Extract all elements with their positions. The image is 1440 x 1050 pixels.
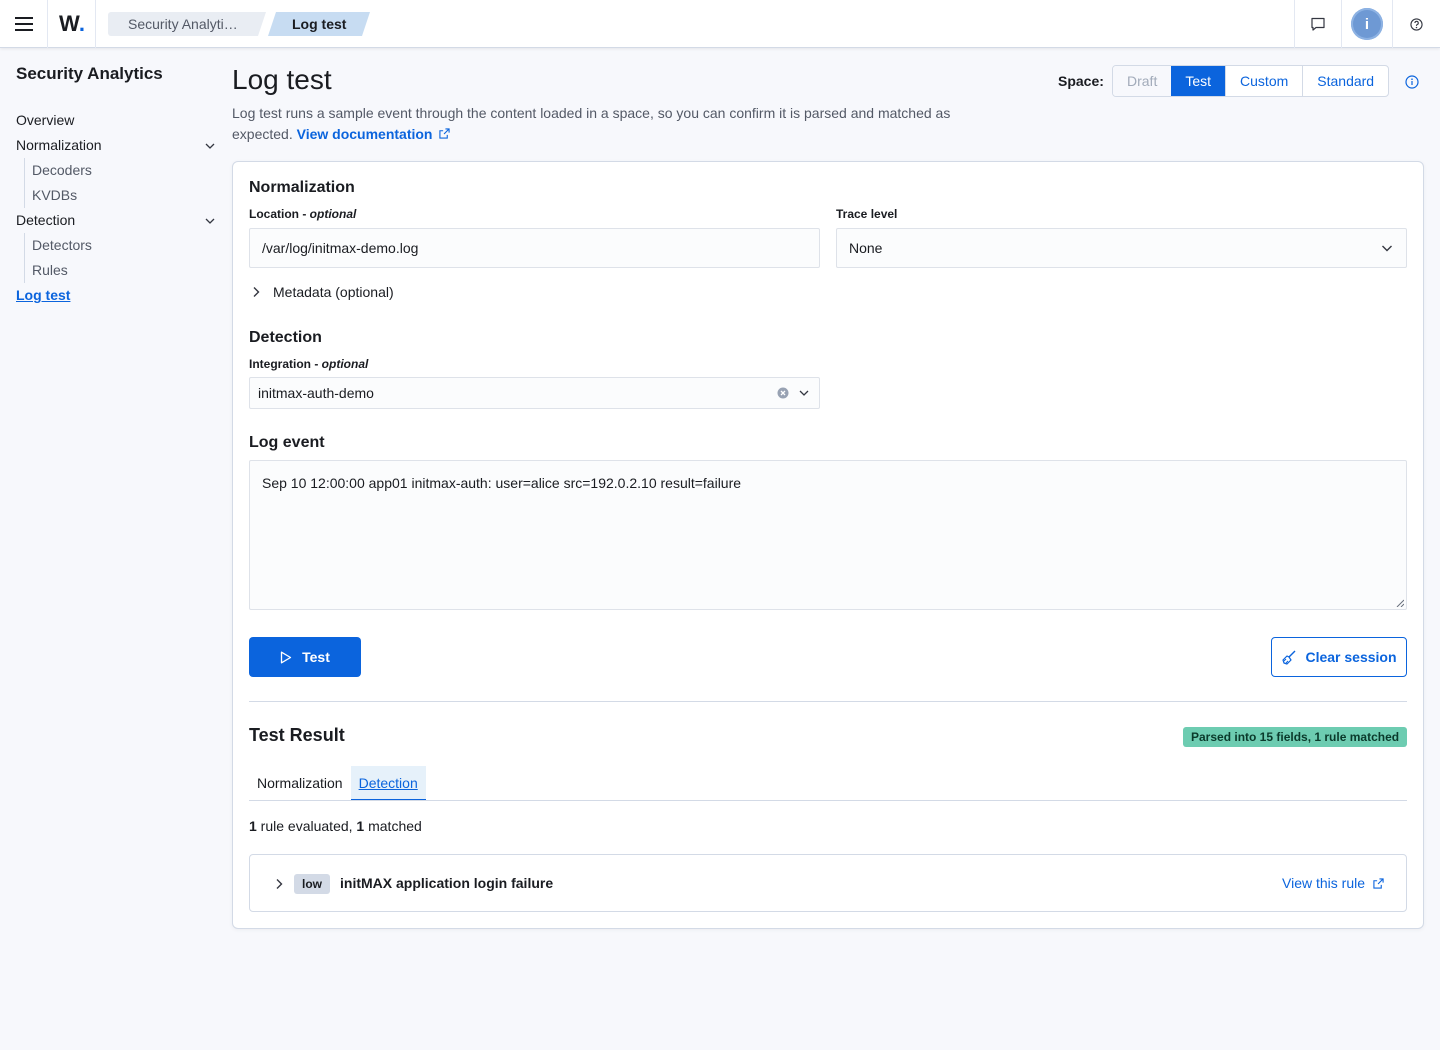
location-value: /var/log/initmax-demo.log bbox=[262, 240, 419, 256]
log-event-value: Sep 10 12:00:00 app01 initmax-auth: user… bbox=[262, 475, 742, 491]
chevron-right-icon[interactable] bbox=[272, 877, 286, 891]
external-link-icon bbox=[439, 128, 451, 139]
sidebar-item-detection[interactable]: Detection bbox=[16, 212, 75, 228]
help-icon bbox=[1409, 17, 1423, 31]
space-label: Space: bbox=[1058, 73, 1104, 89]
integration-label: Integration - optional bbox=[249, 357, 368, 371]
result-status-badge: Parsed into 15 fields, 1 rule matched bbox=[1183, 727, 1408, 747]
external-link-icon bbox=[1373, 877, 1384, 889]
logo-dot: . bbox=[78, 11, 85, 36]
breadcrumb-log-test: Log test bbox=[268, 12, 370, 36]
test-result-title: Test Result bbox=[249, 725, 345, 745]
rules-summary: 1 rule evaluated, 1 matched bbox=[249, 818, 422, 834]
top-header: W. Security Analyti… Log test i bbox=[0, 0, 1440, 48]
log-test-panel: Normalization Location - optional /var/l… bbox=[232, 161, 1424, 929]
header-divider bbox=[1392, 0, 1393, 48]
clear-session-button[interactable]: Clear session bbox=[1271, 637, 1407, 677]
menu-icon bbox=[14, 17, 33, 31]
sidebar-item-kvdbs[interactable]: KVDBs bbox=[32, 187, 77, 203]
app-logo[interactable]: W. bbox=[48, 0, 96, 48]
integration-combobox[interactable]: initmax-auth-demo bbox=[249, 377, 820, 409]
test-button-label: Test bbox=[302, 649, 330, 665]
sidebar-tree-line bbox=[24, 233, 25, 283]
section-divider bbox=[249, 701, 1407, 702]
space-custom[interactable]: Custom bbox=[1225, 66, 1302, 96]
sidebar-item-decoders[interactable]: Decoders bbox=[32, 162, 92, 178]
trace-level-select[interactable]: None bbox=[836, 228, 1407, 268]
chevron-right-icon bbox=[253, 287, 260, 297]
clear-session-label: Clear session bbox=[1305, 649, 1397, 665]
trace-level-value: None bbox=[849, 240, 883, 256]
integration-optional: optional bbox=[321, 357, 369, 371]
tabs-underline bbox=[249, 800, 1407, 801]
menu-button[interactable] bbox=[0, 0, 48, 48]
location-label: Location - optional bbox=[249, 207, 356, 221]
chevron-down-icon[interactable] bbox=[203, 214, 217, 228]
chevron-down-icon[interactable] bbox=[203, 139, 217, 153]
rule-name: initMAX application login failure bbox=[340, 875, 554, 891]
resize-handle-icon[interactable] bbox=[1396, 599, 1404, 607]
sidebar-item-detectors[interactable]: Detectors bbox=[32, 237, 92, 253]
sidebar-item-rules[interactable]: Rules bbox=[32, 262, 68, 278]
trace-level-label: Trace level bbox=[836, 207, 898, 221]
result-tabs: Normalization Detection bbox=[249, 766, 426, 801]
clear-icon[interactable] bbox=[777, 387, 789, 399]
integration-controls bbox=[777, 386, 811, 400]
space-standard[interactable]: Standard bbox=[1302, 66, 1388, 96]
header-divider bbox=[1341, 0, 1342, 48]
sidebar-item-log-test[interactable]: Log test bbox=[16, 287, 70, 303]
location-input[interactable]: /var/log/initmax-demo.log bbox=[249, 228, 820, 268]
help-button[interactable] bbox=[1404, 12, 1428, 36]
integration-label-text: Integration - bbox=[249, 357, 322, 371]
view-rule-link[interactable]: View this rule bbox=[1282, 875, 1384, 891]
normalization-heading: Normalization bbox=[249, 179, 355, 196]
log-event-textarea[interactable]: Sep 10 12:00:00 app01 initmax-auth: user… bbox=[249, 460, 1407, 610]
chat-icon bbox=[1311, 17, 1325, 31]
evaluated-text: rule evaluated, bbox=[256, 818, 357, 834]
log-event-heading: Log event bbox=[249, 434, 325, 451]
tab-normalization[interactable]: Normalization bbox=[249, 766, 351, 801]
space-selector: Draft Test Custom Standard bbox=[1112, 65, 1390, 97]
space-test[interactable]: Test bbox=[1171, 66, 1226, 96]
chat-button[interactable] bbox=[1306, 12, 1330, 36]
view-documentation-link[interactable]: View documentation bbox=[297, 126, 451, 142]
severity-badge: low bbox=[294, 874, 330, 894]
page-title: Log test bbox=[232, 64, 332, 95]
chevron-down-icon[interactable] bbox=[797, 386, 811, 400]
sidebar-tree-line bbox=[24, 158, 25, 208]
play-icon bbox=[280, 651, 292, 663]
chevron-down-icon bbox=[1382, 245, 1392, 252]
location-optional: optional bbox=[309, 207, 357, 221]
integration-value: initmax-auth-demo bbox=[258, 385, 374, 401]
user-avatar[interactable]: i bbox=[1351, 8, 1383, 40]
doc-link-label: View documentation bbox=[296, 126, 433, 142]
header-divider bbox=[1294, 0, 1295, 48]
page-description: Log test runs a sample event through the… bbox=[232, 103, 1012, 145]
breadcrumb-security-analytics[interactable]: Security Analyti… bbox=[108, 12, 266, 36]
sidebar-item-overview[interactable]: Overview bbox=[16, 112, 74, 128]
matched-text: matched bbox=[364, 818, 422, 834]
broom-icon bbox=[1282, 650, 1296, 665]
space-draft[interactable]: Draft bbox=[1113, 66, 1172, 96]
detection-heading: Detection bbox=[249, 329, 322, 346]
test-button[interactable]: Test bbox=[249, 637, 361, 677]
logo-text: W bbox=[59, 11, 80, 36]
metadata-accordion-toggle[interactable]: Metadata (optional) bbox=[249, 284, 394, 300]
sidebar-title: Security Analytics bbox=[16, 64, 163, 83]
location-label-text: Location - bbox=[249, 207, 310, 221]
info-icon[interactable] bbox=[1405, 75, 1419, 89]
view-rule-label: View this rule bbox=[1282, 875, 1366, 891]
sidebar-item-normalization[interactable]: Normalization bbox=[16, 137, 102, 153]
evaluated-count: 1 bbox=[249, 818, 257, 834]
matched-rule-row: low initMAX application login failure Vi… bbox=[249, 854, 1407, 912]
tab-detection[interactable]: Detection bbox=[350, 766, 426, 801]
metadata-label: Metadata (optional) bbox=[273, 284, 394, 300]
